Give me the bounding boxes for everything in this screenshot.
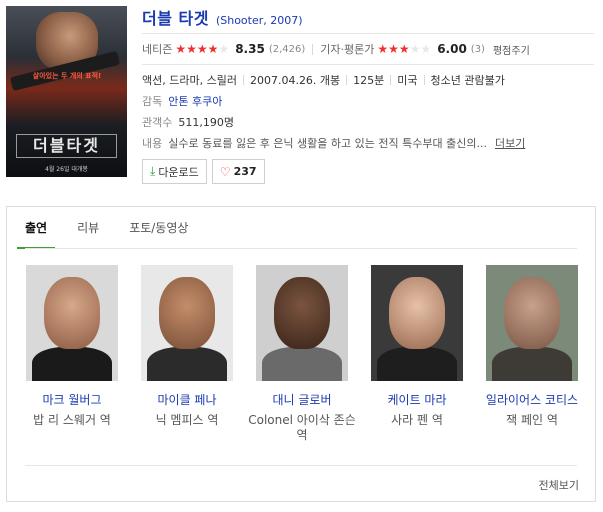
star-filled-icon: ★ <box>196 42 208 56</box>
actor-role: Colonel 아이삭 존슨 역 <box>248 413 356 442</box>
release-date: 2007.04.26. 개봉 <box>249 73 341 87</box>
rate-button[interactable]: 평점주기 <box>493 42 530 57</box>
age-rating: 청소년 관람불가 <box>430 73 505 87</box>
critic-count[interactable]: (3) <box>471 44 485 55</box>
divider <box>423 74 425 85</box>
actor-photo-torso <box>32 347 112 381</box>
actor-name[interactable]: 케이트 마라 <box>362 393 472 408</box>
actor-photo-torso <box>262 347 342 381</box>
actor-photo[interactable] <box>141 265 233 381</box>
cast-panel: 출연 리뷰 포토/동영상 마크 월버그 밥 리 스웨거 역 마이클 페나 닉 멤… <box>6 206 596 502</box>
summary-text: 실수로 동료를 잃은 후 은닉 생활을 하고 있는 전직 특수부대 출신의... <box>168 136 487 150</box>
netizen-count[interactable]: (2,426) <box>269 44 305 55</box>
rating-row: 네티즌 ★ ★ ★ ★ ★ 8.35 (2,426) 기자·평론가 ★ ★ ★ ★ ★ 6.00… <box>142 37 594 61</box>
movie-subtitle[interactable]: (Shooter, 2007) <box>216 14 303 27</box>
netizen-stars: ★ ★ ★ ★ ★ <box>175 43 229 55</box>
actor-photo-head <box>44 277 100 349</box>
director-label: 감독 <box>142 94 163 108</box>
actor-role: 잭 페인 역 <box>506 413 558 427</box>
star-filled-icon: ★ <box>377 42 389 56</box>
rating-divider <box>142 64 594 65</box>
actor-role: 사라 펜 역 <box>391 413 443 427</box>
like-count: 237 <box>233 165 257 178</box>
audience-row: 관객수 511,190명 <box>142 111 594 132</box>
star-empty-icon: ★ <box>218 42 230 56</box>
tab-underline <box>25 248 577 249</box>
heart-icon: ♡ <box>219 164 231 179</box>
tab-bar: 출연 리뷰 포토/동영상 <box>16 207 218 249</box>
meta-row: 액션, 드라마, 스릴러 2007.04.26. 개봉 125분 미국 청소년 … <box>142 69 594 90</box>
audience-count: 511,190명 <box>178 115 234 129</box>
tab-photo-video[interactable]: 포토/동영상 <box>129 207 188 249</box>
actor-photo[interactable] <box>486 265 578 381</box>
director-row: 감독 안톤 후쿠아 <box>142 90 594 111</box>
actor-role: 닉 멤피스 역 <box>155 413 219 427</box>
download-icon: ⤓ <box>150 164 156 178</box>
star-filled-icon: ★ <box>186 42 197 56</box>
cast-member[interactable]: 마이클 페나 닉 멤피스 역 <box>132 265 242 428</box>
netizen-label: 네티즌 <box>142 43 173 56</box>
star-empty-icon: ★ <box>420 42 432 56</box>
cast-member[interactable]: 일라이어스 코티스 잭 페인 역 <box>477 265 587 428</box>
actor-photo[interactable] <box>26 265 118 381</box>
more-link[interactable]: 더보기 <box>495 135 525 151</box>
country: 미국 <box>397 73 418 87</box>
cast-member[interactable]: 마크 월버그 밥 리 스웨거 역 <box>17 265 127 428</box>
download-button[interactable]: ⤓ 다운로드 <box>142 159 207 184</box>
cast-member[interactable]: 대니 글로버 Colonel 아이삭 존슨 역 <box>247 265 357 443</box>
divider <box>346 74 348 85</box>
panel-divider <box>25 465 577 466</box>
summary-label: 내용 <box>142 136 163 150</box>
critic-label: 기자·평론가 <box>320 43 375 56</box>
movie-poster[interactable]: 살아있는 두 개의 표적! 더블타겟 4월 26일 대개봉 <box>6 6 127 177</box>
actor-photo-head <box>159 277 215 349</box>
genre: 액션, 드라마, 스릴러 <box>142 73 237 87</box>
star-filled-icon: ★ <box>207 42 219 56</box>
divider <box>312 43 314 55</box>
critic-score: 6.00 <box>437 42 467 56</box>
title-divider <box>142 33 594 34</box>
actor-name[interactable]: 마이클 페나 <box>132 393 242 408</box>
movie-info: 더블 타겟 (Shooter, 2007) 네티즌 ★ ★ ★ ★ ★ 8.35 (2,… <box>142 5 594 184</box>
actor-photo-torso <box>147 347 227 381</box>
download-label: 다운로드 <box>158 165 199 179</box>
runtime: 125분 <box>353 73 385 87</box>
netizen-score: 8.35 <box>235 42 265 56</box>
title-row: 더블 타겟 (Shooter, 2007) <box>142 5 594 29</box>
poster-release: 4월 26일 대개봉 <box>45 166 88 173</box>
actor-photo-torso <box>492 347 572 381</box>
actor-photo-head <box>504 277 560 349</box>
tab-cast[interactable]: 출연 <box>16 207 56 249</box>
actor-name[interactable]: 마크 월버그 <box>17 393 127 408</box>
summary-row: 내용 실수로 동료를 잃은 후 은닉 생활을 하고 있는 전직 특수부대 출신의… <box>142 132 594 153</box>
actor-photo-head <box>389 277 445 349</box>
audience-label: 관객수 <box>142 115 173 129</box>
movie-title[interactable]: 더블 타겟 <box>142 5 209 29</box>
divider <box>242 74 244 85</box>
star-filled-icon: ★ <box>388 42 399 56</box>
actor-role: 밥 리 스웨거 역 <box>33 413 111 427</box>
critic-stars: ★ ★ ★ ★ ★ <box>377 43 431 55</box>
actor-photo[interactable] <box>256 265 348 381</box>
director-link[interactable]: 안톤 후쿠아 <box>168 93 222 109</box>
poster-tagline: 살아있는 두 개의 표적! <box>32 72 102 80</box>
star-filled-icon: ★ <box>398 42 410 56</box>
actor-name[interactable]: 일라이어스 코티스 <box>477 393 587 408</box>
action-buttons: ⤓ 다운로드 ♡ 237 <box>142 159 594 184</box>
poster-title: 더블타겟 <box>16 134 117 158</box>
star-empty-icon: ★ <box>409 42 421 56</box>
view-all-link[interactable]: 전체보기 <box>539 477 579 493</box>
like-button[interactable]: ♡ 237 <box>211 159 265 184</box>
divider <box>390 74 392 85</box>
tab-review[interactable]: 리뷰 <box>77 207 99 249</box>
actor-photo[interactable] <box>371 265 463 381</box>
cast-member[interactable]: 케이트 마라 사라 펜 역 <box>362 265 472 428</box>
actor-photo-torso <box>377 347 457 381</box>
star-filled-icon: ★ <box>175 42 187 56</box>
actor-name[interactable]: 대니 글로버 <box>247 393 357 408</box>
actor-photo-head <box>274 277 330 349</box>
